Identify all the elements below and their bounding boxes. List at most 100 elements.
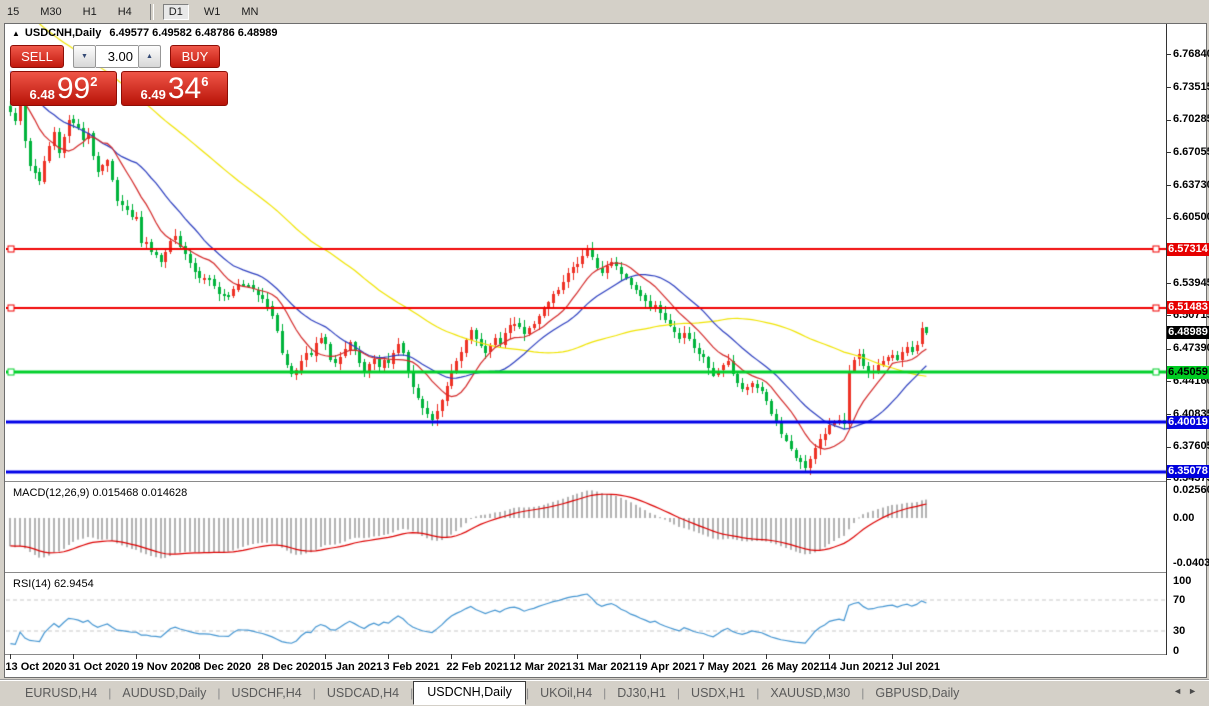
price-tick-mark <box>1167 218 1171 219</box>
timeframe-button-m30[interactable]: M30 <box>34 4 67 20</box>
volume-increase-button[interactable]: ▲ <box>138 45 161 68</box>
price-line-badge: 6.40019 <box>1167 416 1209 429</box>
timeframe-button-h4[interactable]: H4 <box>112 4 138 20</box>
time-tick-mark <box>892 654 893 659</box>
buy-price-big: 34 <box>168 75 201 103</box>
timeframe-button-mn[interactable]: MN <box>235 4 264 20</box>
macd-axis-label: 0.00 <box>1173 512 1194 524</box>
buy-price-prefix: 6.49 <box>141 86 166 103</box>
macd-header-label: MACD(12,26,9) 0.015468 0.014628 <box>13 487 187 499</box>
price-tick-label: 6.37605 <box>1173 440 1209 452</box>
rsi-axis-label: 30 <box>1173 625 1185 637</box>
rsi-axis-label: 70 <box>1173 594 1185 606</box>
sell-price-prefix: 6.48 <box>30 86 55 103</box>
price-tick-label: 6.47390 <box>1173 342 1209 354</box>
buy-button[interactable]: BUY <box>170 45 220 68</box>
chart-tab-usdcnh-daily[interactable]: USDCNH,Daily <box>413 681 526 705</box>
sell-price-big: 99 <box>57 75 90 103</box>
collapse-chart-icon[interactable]: ▲ <box>12 29 20 38</box>
price-tick-label: 6.60500 <box>1173 211 1209 223</box>
chart-symbol-label: USDCNH,Daily <box>25 27 101 39</box>
sell-price-tile[interactable]: 6.48992 <box>10 71 117 106</box>
time-tick-label: 31 Mar 2021 <box>572 661 634 673</box>
time-tick-mark <box>703 654 704 659</box>
trade-price-tiles: 6.48992 6.49346 <box>10 71 232 106</box>
price-line-badge: 6.45059 <box>1167 366 1209 379</box>
price-line-badge: 6.57314 <box>1167 243 1209 256</box>
chart-title: ▲ USDCNH,Daily 6.49577 6.49582 6.48786 6.4… <box>12 27 278 39</box>
time-tick-label: 26 May 2021 <box>761 661 825 673</box>
price-tick-label: 6.76840 <box>1173 48 1209 60</box>
chart-tab-ukoil-h4[interactable]: UKOil,H4 <box>529 683 603 703</box>
sell-button[interactable]: SELL <box>10 45 64 68</box>
price-tick-label: 6.70285 <box>1173 113 1209 125</box>
timeframe-button-h1[interactable]: H1 <box>77 4 103 20</box>
chart-ohlc-values: 6.49577 6.49582 6.48786 6.48989 <box>109 27 277 39</box>
price-tick-mark <box>1167 283 1171 284</box>
price-tick-mark <box>1167 87 1171 88</box>
macd-axis-label: -0.04038 <box>1173 557 1209 569</box>
tab-scroll-right-icon[interactable]: ► <box>1188 686 1203 696</box>
chart-tabs: EURUSD,H4|AUDUSD,Daily|USDCHF,H4|USDCAD,… <box>0 683 970 704</box>
chart-tab-usdchf-h4[interactable]: USDCHF,H4 <box>221 683 313 703</box>
time-tick-mark <box>73 654 74 659</box>
trading-platform-window: { "toolbar":{"buttons":["15","M30","H1",… <box>0 0 1209 705</box>
rsi-indicator-canvas[interactable] <box>6 574 1166 654</box>
time-tick-label: 12 Mar 2021 <box>509 661 571 673</box>
time-tick-mark <box>325 654 326 659</box>
time-tick-label: 15 Jan 2021 <box>320 661 382 673</box>
time-tick-mark <box>136 654 137 659</box>
chart-tab-dj30-h1[interactable]: DJ30,H1 <box>606 683 677 703</box>
time-tick-label: 8 Dec 2020 <box>194 661 251 673</box>
price-tick-mark <box>1167 315 1171 316</box>
price-line-badge: 6.48989 <box>1167 326 1209 339</box>
time-tick-mark <box>640 654 641 659</box>
chart-tab-gbpusd-daily[interactable]: GBPUSD,Daily <box>864 683 970 703</box>
chart-tab-xauusd-m30[interactable]: XAUUSD,M30 <box>759 683 861 703</box>
trade-controls-row: SELL ▼ ▲ BUY <box>10 45 232 68</box>
toolbar-separator <box>150 4 154 20</box>
buy-price-tile[interactable]: 6.49346 <box>121 71 228 106</box>
rsi-header-label: RSI(14) 62.9454 <box>13 578 94 590</box>
volume-input[interactable] <box>96 45 138 68</box>
spinner-up-icon: ▲ <box>146 53 153 60</box>
volume-decrease-button[interactable]: ▼ <box>73 45 96 68</box>
timeframe-button-d1[interactable]: D1 <box>163 4 189 20</box>
chart-tab-usdx-h1[interactable]: USDX,H1 <box>680 683 756 703</box>
price-tick-mark <box>1167 349 1171 350</box>
sell-price-pip: 2 <box>90 74 97 89</box>
timeframe-toolbar: 15 M30 H1 H4 D1 W1 MN <box>0 0 1209 23</box>
panel-divider[interactable] <box>5 572 1167 573</box>
one-click-trading-panel: SELL ▼ ▲ BUY 6.48992 6.49346 <box>10 45 232 106</box>
timeframe-button-w1[interactable]: W1 <box>198 4 227 20</box>
time-axis[interactable]: 13 Oct 202031 Oct 202019 Nov 20208 Dec 2… <box>6 654 1166 678</box>
time-tick-label: 28 Dec 2020 <box>257 661 320 673</box>
buy-price-pip: 6 <box>201 74 208 89</box>
chart-tab-audusd-daily[interactable]: AUDUSD,Daily <box>111 683 217 703</box>
price-line-badge: 6.35078 <box>1167 465 1209 478</box>
price-tick-mark <box>1167 479 1171 480</box>
price-tick-mark <box>1167 185 1171 186</box>
chart-tab-eurusd-h4[interactable]: EURUSD,H4 <box>14 683 108 703</box>
price-tick-mark <box>1167 120 1171 121</box>
time-tick-mark <box>199 654 200 659</box>
price-tick-label: 6.63730 <box>1173 179 1209 191</box>
timeframe-button-15[interactable]: 15 <box>1 4 25 20</box>
time-tick-label: 22 Feb 2021 <box>446 661 508 673</box>
chart-tab-usdcad-h4[interactable]: USDCAD,H4 <box>316 683 410 703</box>
tab-scroll-left-icon[interactable]: ◄ <box>1173 686 1188 696</box>
time-tick-mark <box>451 654 452 659</box>
price-tick-mark <box>1167 54 1171 55</box>
time-tick-mark <box>262 654 263 659</box>
panel-divider[interactable] <box>5 481 1167 482</box>
price-tick-label: 6.73515 <box>1173 81 1209 93</box>
time-tick-mark <box>829 654 830 659</box>
time-tick-label: 3 Feb 2021 <box>383 661 439 673</box>
price-tick-mark <box>1167 447 1171 448</box>
price-tick-label: 6.53945 <box>1173 277 1209 289</box>
price-tick-mark <box>1167 381 1171 382</box>
time-tick-mark <box>766 654 767 659</box>
spinner-down-icon: ▼ <box>81 53 88 60</box>
time-tick-label: 19 Apr 2021 <box>635 661 696 673</box>
time-tick-mark <box>388 654 389 659</box>
